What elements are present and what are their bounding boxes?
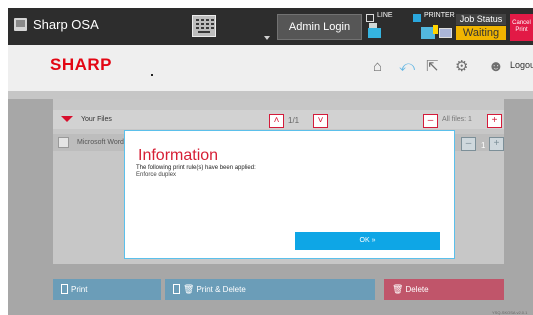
- printer-status-icon[interactable]: [421, 25, 438, 39]
- dialog-title: Information: [138, 147, 219, 164]
- top-bar: Sharp OSA Admin Login LINE PRINTER Job S…: [8, 8, 533, 45]
- line-checkbox[interactable]: [366, 14, 374, 22]
- print-delete-label: Print & Delete: [196, 285, 246, 294]
- print-button[interactable]: Print: [53, 279, 161, 300]
- your-files-title: Your Files: [81, 116, 112, 123]
- keyboard-icon[interactable]: [192, 15, 216, 37]
- trash-icon: 🗑: [183, 284, 195, 294]
- information-dialog: Information The following print rule(s) …: [124, 130, 455, 259]
- copies-minus-button[interactable]: –: [461, 137, 476, 151]
- file-row-name: Microsoft Word: [77, 139, 124, 146]
- osa-screen: Sharp OSA Admin Login LINE PRINTER Job S…: [8, 8, 533, 315]
- admin-login-button[interactable]: Admin Login: [277, 14, 362, 40]
- page-up-button[interactable]: ˄: [269, 114, 284, 128]
- select-all-button[interactable]: +: [487, 114, 502, 128]
- app-icon: [14, 18, 27, 31]
- header-shadow-band: [8, 91, 533, 99]
- home-icon[interactable]: ⌂: [373, 59, 382, 74]
- settings-icon[interactable]: ⚙: [455, 59, 468, 74]
- expand-arrow-icon[interactable]: [61, 116, 73, 122]
- dialog-rule: Enforce duplex: [136, 172, 177, 178]
- line-status-icon[interactable]: [368, 23, 381, 38]
- delete-button-label: Delete: [405, 285, 429, 294]
- dialog-message: The following print rule(s) have been ap…: [136, 165, 256, 171]
- delete-button[interactable]: 🗑 Delete: [384, 279, 504, 300]
- file-row-checkbox[interactable]: [58, 137, 69, 148]
- logout-button[interactable]: Logout: [510, 60, 533, 70]
- document-icon: [61, 284, 68, 294]
- header-dot: [151, 74, 153, 76]
- printer-checkbox[interactable]: [413, 14, 421, 22]
- copies-value: 1: [481, 141, 486, 150]
- app-name: Sharp OSA: [33, 17, 99, 32]
- print-button-label: Print: [71, 285, 88, 294]
- deselect-all-button[interactable]: –: [423, 114, 438, 128]
- resize-icon[interactable]: ⇱: [426, 59, 439, 74]
- caret-down-icon: [264, 36, 270, 40]
- page-down-button[interactable]: ˅: [313, 114, 328, 128]
- logout-user-icon[interactable]: ☻: [488, 59, 504, 74]
- line-label: LINE: [377, 12, 393, 19]
- all-files-count: All files: 1: [442, 116, 472, 123]
- version-label: YSQ-SKOSA v2.0.1: [492, 310, 528, 315]
- print-delete-button[interactable]: 🗑 Print & Delete: [165, 279, 375, 300]
- back-icon[interactable]: ⤺: [399, 59, 415, 74]
- job-status-badge[interactable]: Waiting: [456, 26, 506, 40]
- document-icon: [173, 284, 180, 294]
- sharp-logo: SHARP: [50, 55, 113, 74]
- page-indicator: 1/1: [288, 116, 300, 125]
- job-status-label[interactable]: Job Status: [456, 14, 506, 25]
- display-icon: [439, 28, 452, 38]
- printer-label: PRINTER: [424, 12, 455, 19]
- cancel-print-button[interactable]: Cancel Print: [510, 14, 533, 41]
- sharp-header: SHARP ⌂ ⤺ ⇱ ⚙ ☻ Logout: [8, 45, 533, 91]
- trash-icon: 🗑: [392, 284, 404, 294]
- ok-button[interactable]: OK »: [295, 232, 440, 250]
- copies-plus-button[interactable]: +: [489, 137, 504, 151]
